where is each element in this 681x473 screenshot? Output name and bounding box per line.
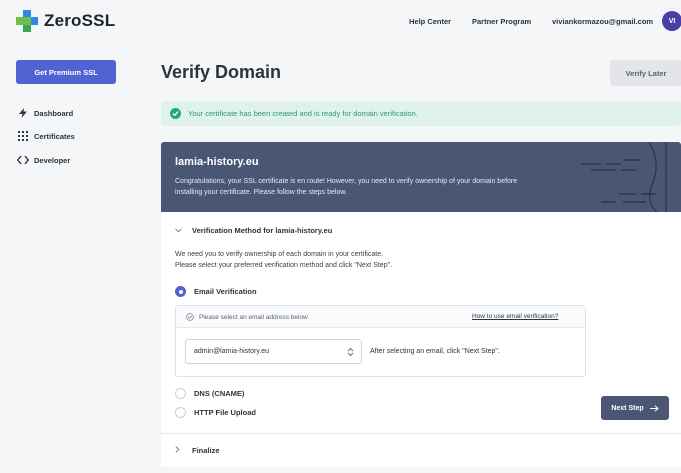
domain-banner: lamia-history.eu Congratulations, your S… [161,142,681,212]
alert-text: Your certificate has been created and is… [188,109,418,118]
avatar[interactable]: VI [662,11,681,31]
next-step-label: Next Step [611,404,644,412]
accordion-verification-method[interactable]: Verification Method for lamia-history.eu [175,226,332,235]
option-dns-cname[interactable]: DNS (CNAME) [175,388,244,399]
top-header: ZeroSSL Help Center Partner Program vivi… [0,0,681,42]
verification-panel: Verification Method for lamia-history.eu… [161,212,681,467]
email-select[interactable]: admin@lamia-history.eu [185,339,362,364]
sidebar-item-label: Certificates [34,131,75,141]
option-email-verification[interactable]: Email Verification [175,286,257,297]
sidebar-item-dashboard[interactable]: Dashboard [17,108,73,118]
select-arrows-icon [347,347,354,357]
email-prompt: Please select an email address below [186,313,308,321]
divider [161,433,681,434]
check-outline-icon [186,313,194,321]
zerossl-logo-icon [16,10,38,32]
option-label: Email Verification [194,287,257,296]
logo-text: ZeroSSL [44,11,116,30]
verify-later-button[interactable]: Verify Later [610,60,681,86]
page-title: Verify Domain [161,62,282,82]
accordion-label: Finalize [192,446,220,455]
banner-domain: lamia-history.eu [175,156,259,168]
banner-text: Congratulations, your SSL certificate is… [175,178,518,196]
get-premium-ssl-button[interactable]: Get Premium SSL [16,60,116,84]
sidebar-item-label: Developer [34,155,71,165]
after-select-hint: After selecting an email, click "Next St… [370,348,500,355]
sidebar-item-certificates[interactable]: Certificates [17,131,75,141]
radio-unselected-icon[interactable] [175,407,186,418]
grid-icon [17,131,29,141]
decorative-lines-icon [581,142,667,212]
logo[interactable]: ZeroSSL [16,10,115,32]
user-email[interactable]: viviankormazou@gmail.com [552,17,653,26]
description-line: We need you to verify ownership of each … [175,251,384,258]
success-alert: Your certificate has been created and is… [161,101,681,126]
sidebar-item-developer[interactable]: Developer [17,155,70,165]
email-selection-box: Please select an email address below How… [175,305,586,377]
email-help-link[interactable]: How to use email verification? [472,313,558,320]
code-icon [17,155,29,165]
chevron-right-icon [175,446,183,455]
method-description: We need you to verify ownership of each … [175,249,392,271]
nav-partner-program[interactable]: Partner Program [472,17,531,26]
bolt-icon [17,108,29,118]
description-line: Please select your preferred verificatio… [175,262,393,269]
accordion-finalize[interactable]: Finalize [175,446,220,455]
next-step-button[interactable]: Next Step [601,396,669,420]
nav-help-center[interactable]: Help Center [409,17,451,26]
option-label: DNS (CNAME) [194,389,245,398]
selected-email: admin@lamia-history.eu [194,348,270,355]
radio-unselected-icon[interactable] [175,388,186,399]
sidebar-item-label: Dashboard [34,108,74,118]
email-prompt-text: Please select an email address below [199,313,308,321]
accordion-label: Verification Method for lamia-history.eu [192,226,333,235]
option-http-file-upload[interactable]: HTTP File Upload [175,407,256,418]
option-label: HTTP File Upload [194,408,256,417]
arrow-right-icon [649,404,659,412]
chevron-down-icon [175,226,183,235]
check-circle-icon [170,108,181,119]
radio-selected-icon[interactable] [175,286,186,297]
email-box-header: Please select an email address below How… [176,306,585,328]
